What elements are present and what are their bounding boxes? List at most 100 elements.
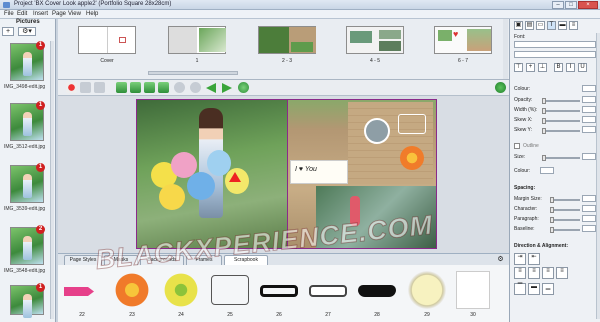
close-button[interactable]: ×	[578, 1, 598, 9]
mustache-icon[interactable]	[358, 285, 396, 297]
highlight-tool-icon[interactable]: ▬	[558, 21, 567, 30]
minimize-button[interactable]: –	[552, 1, 564, 9]
previous-page-icon[interactable]	[206, 83, 216, 93]
pictures-scrollbar[interactable]	[50, 41, 54, 319]
tab-frames[interactable]: Frames	[186, 255, 222, 265]
baseline-slider[interactable]	[550, 227, 580, 233]
love-note[interactable]: I ♥ You	[290, 160, 348, 184]
spread-cover[interactable]	[78, 26, 136, 54]
menu-edit[interactable]: Edit	[17, 11, 27, 17]
skew-x-slider[interactable]	[542, 118, 580, 124]
direction-rtl-icon[interactable]: ⇤	[528, 253, 540, 265]
outline-colour-swatch[interactable]	[540, 167, 554, 174]
align-top-icon[interactable]: ⊤	[514, 63, 523, 72]
page-strip: Cover 1 2 - 3 4 - 5 ♥ 6 - 7	[58, 19, 509, 80]
tab-masks[interactable]: Masks	[104, 255, 138, 265]
arrange-tool-icon[interactable]: ≡	[569, 21, 578, 30]
properties-scrollbar[interactable]	[596, 33, 600, 319]
redo-icon[interactable]	[94, 82, 105, 93]
page-strip-scrollbar[interactable]	[148, 71, 238, 75]
add-page-icon[interactable]	[116, 82, 127, 93]
valign-top-icon[interactable]: ▔	[514, 283, 526, 295]
align-center-icon[interactable]: ≡	[528, 267, 540, 279]
colour-swatch[interactable]	[582, 85, 596, 92]
margin-size-value[interactable]	[582, 195, 596, 202]
opacity-slider[interactable]	[542, 98, 580, 104]
align-bottom-icon[interactable]: ⊥	[538, 63, 547, 72]
paragraph-slider[interactable]	[550, 217, 580, 223]
camera-sticker-icon[interactable]	[398, 114, 426, 134]
paragraph-value[interactable]	[582, 215, 596, 222]
outline-size-slider[interactable]	[542, 155, 580, 161]
valign-middle-icon[interactable]: ▬	[528, 283, 540, 295]
menu-file[interactable]: File	[4, 11, 14, 17]
delete-icon[interactable]	[66, 82, 77, 93]
skew-y-slider[interactable]	[542, 128, 580, 134]
character-slider[interactable]	[550, 207, 580, 213]
skew-y-value[interactable]	[582, 126, 596, 133]
direction-ltr-icon[interactable]: ⇥	[514, 253, 526, 265]
tab-scrapbook[interactable]: Scrapbook	[224, 255, 268, 265]
i-love-you-card-icon[interactable]	[456, 271, 490, 309]
zoom-in-icon[interactable]	[190, 82, 201, 93]
font-family-select[interactable]	[514, 41, 596, 48]
layout-tool-icon[interactable]: ▤	[525, 21, 534, 30]
move-page-icon[interactable]	[144, 82, 155, 93]
maximize-button[interactable]: □	[565, 1, 577, 9]
add-spread-icon[interactable]	[130, 82, 141, 93]
go-down-icon[interactable]	[238, 82, 249, 93]
margin-size-slider[interactable]	[550, 197, 580, 203]
image-tool-icon[interactable]: ▣	[514, 21, 523, 30]
italic-icon[interactable]: I	[566, 63, 575, 72]
add-picture-button[interactable]: +	[2, 27, 14, 36]
menu-page[interactable]: Page	[52, 11, 66, 17]
opacity-value[interactable]	[582, 96, 596, 103]
page-strip-scroll-right[interactable]	[503, 19, 508, 79]
settings-button[interactable]: ⚙▾	[18, 27, 36, 36]
orange-flower-sticker-icon[interactable]	[400, 146, 424, 170]
black-glasses-icon[interactable]	[260, 285, 298, 297]
frame-tool-icon[interactable]: ▭	[536, 21, 545, 30]
library-settings-icon[interactable]: ⚙	[496, 256, 505, 264]
camera-sketch-icon[interactable]	[211, 275, 249, 305]
duplicate-page-icon[interactable]	[158, 82, 169, 93]
underline-icon[interactable]: U	[578, 63, 587, 72]
menu-insert[interactable]: Insert	[33, 11, 48, 17]
spread-1[interactable]	[168, 26, 226, 54]
outline-checkbox[interactable]	[514, 143, 520, 149]
align-middle-icon[interactable]: +	[526, 63, 535, 72]
menu-view[interactable]: View	[68, 11, 81, 17]
page-spread[interactable]: I ♥ You	[136, 99, 437, 249]
menu-help[interactable]: Help	[86, 11, 98, 17]
font-size-select[interactable]	[514, 51, 596, 58]
width-slider[interactable]	[542, 108, 580, 114]
text-tool-icon[interactable]: T	[547, 21, 556, 30]
align-right-icon[interactable]: ≡	[542, 267, 554, 279]
skew-x-value[interactable]	[582, 116, 596, 123]
orange-flower-icon[interactable]	[113, 271, 151, 309]
character-value[interactable]	[582, 205, 596, 212]
baseline-value[interactable]	[582, 225, 596, 232]
yellow-flower-icon[interactable]	[162, 271, 200, 309]
spread-2-3[interactable]	[258, 26, 316, 54]
pink-arrow-icon[interactable]	[64, 287, 94, 296]
photo-girl-balloons[interactable]	[137, 100, 287, 248]
pose-badge-icon[interactable]	[408, 271, 446, 309]
next-page-icon[interactable]	[222, 83, 232, 93]
tab-backgrounds[interactable]: Backgrounds	[140, 255, 184, 265]
zoom-out-icon[interactable]	[174, 82, 185, 93]
valign-bottom-icon[interactable]: ▁	[542, 283, 554, 295]
photo-couple[interactable]	[316, 186, 436, 248]
white-glasses-icon[interactable]	[309, 285, 347, 297]
spread-4-5[interactable]	[346, 26, 404, 54]
align-left-icon[interactable]: ≡	[514, 267, 526, 279]
tab-page-styles[interactable]: Page Styles	[64, 255, 102, 265]
spread-6-7[interactable]: ♥	[434, 26, 492, 54]
bold-icon[interactable]: B	[554, 63, 563, 72]
width-value[interactable]	[582, 106, 596, 113]
align-justify-icon[interactable]: ≡	[556, 267, 568, 279]
smiley-face-icon[interactable]	[364, 118, 390, 144]
undo-icon[interactable]	[80, 82, 91, 93]
outline-size-value[interactable]	[582, 153, 596, 160]
order-cart-icon[interactable]	[495, 82, 506, 93]
